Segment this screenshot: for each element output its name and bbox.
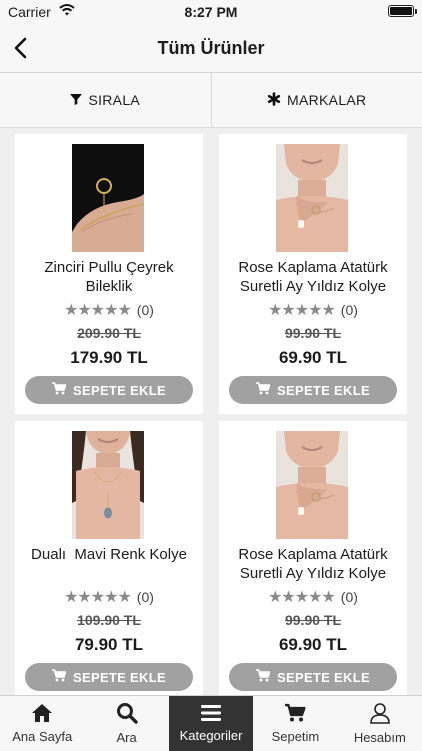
product-image-bracelet[interactable] <box>72 144 144 252</box>
rating-stars: ★★★★★ <box>268 587 335 607</box>
add-to-cart-label: SEPETE EKLE <box>277 670 370 685</box>
tab-label: Sepetim <box>272 729 320 744</box>
price: 69.90 TL <box>219 635 407 655</box>
product-name[interactable]: Rose Kaplama Atatürk Suretli Ay Yıldız K… <box>225 545 401 585</box>
old-price: 99.90 TL <box>219 612 407 628</box>
brands-button[interactable]: MARKALAR <box>211 73 422 127</box>
tab-label: Kategoriler <box>180 728 243 743</box>
home-icon <box>31 703 53 729</box>
rating-stars: ★★★★★ <box>64 300 131 320</box>
product-name[interactable]: Zinciri Pullu Çeyrek Bileklik <box>21 258 197 298</box>
product-image-ring-necklace[interactable] <box>276 144 348 252</box>
tab-account[interactable]: Hesabım <box>338 696 422 751</box>
add-to-cart-button[interactable]: SEPETE EKLE <box>229 376 397 404</box>
page-title: Tüm Ürünler <box>0 38 422 59</box>
rating-count: (0) <box>137 302 154 318</box>
rating-count: (0) <box>341 589 358 605</box>
tab-label: Ara <box>116 730 136 745</box>
tab-categories[interactable]: Kategoriler <box>169 696 253 751</box>
user-icon <box>369 702 391 730</box>
add-to-cart-button[interactable]: SEPETE EKLE <box>229 663 397 691</box>
product-image-ring-necklace[interactable] <box>276 431 348 539</box>
rating-count: (0) <box>341 302 358 318</box>
tab-cart[interactable]: Sepetim <box>253 696 337 751</box>
product-card[interactable]: Rose Kaplama Atatürk Suretli Ay Yıldız K… <box>219 134 407 414</box>
add-to-cart-button[interactable]: SEPETE EKLE <box>25 376 193 404</box>
rating-stars: ★★★★★ <box>64 587 131 607</box>
add-to-cart-label: SEPETE EKLE <box>73 670 166 685</box>
add-to-cart-label: SEPETE EKLE <box>277 383 370 398</box>
search-icon <box>116 702 138 730</box>
tab-bar: Ana Sayfa Ara Kategoriler Sepetim Hesabı… <box>0 695 422 751</box>
price: 69.90 TL <box>219 348 407 368</box>
navigation-bar: Tüm Ürünler <box>0 24 422 73</box>
tab-label: Hesabım <box>354 730 406 745</box>
add-to-cart-label: SEPETE EKLE <box>73 383 166 398</box>
product-name[interactable]: Rose Kaplama Atatürk Suretli Ay Yıldız K… <box>225 258 401 298</box>
sort-button[interactable]: SIRALA <box>0 73 211 127</box>
status-time: 8:27 PM <box>0 4 422 20</box>
tab-search[interactable]: Ara <box>84 696 168 751</box>
rating-count: (0) <box>137 589 154 605</box>
rating-row: ★★★★★ (0) <box>219 300 407 320</box>
filter-bar: SIRALA MARKALAR <box>0 73 422 128</box>
product-name[interactable]: Dualı Mavi Renk Kolye <box>21 545 197 585</box>
asterisk-icon <box>267 92 287 109</box>
tab-home[interactable]: Ana Sayfa <box>0 696 84 751</box>
cart-icon <box>52 382 73 398</box>
old-price: 99.90 TL <box>219 325 407 341</box>
cart-icon <box>52 669 73 685</box>
battery-icon <box>388 5 414 17</box>
add-to-cart-button[interactable]: SEPETE EKLE <box>25 663 193 691</box>
old-price: 209.90 TL <box>15 325 203 341</box>
cart-icon <box>284 703 306 729</box>
product-image-blue-necklace[interactable] <box>72 431 144 539</box>
rating-row: ★★★★★ (0) <box>15 300 203 320</box>
rating-row: ★★★★★ (0) <box>219 587 407 607</box>
status-bar: Carrier 8:27 PM <box>0 0 422 24</box>
product-card[interactable]: Rose Kaplama Atatürk Suretli Ay Yıldız K… <box>219 421 407 695</box>
price: 179.90 TL <box>15 348 203 368</box>
tab-label: Ana Sayfa <box>12 729 72 744</box>
rating-row: ★★★★★ (0) <box>15 587 203 607</box>
cart-icon <box>256 669 277 685</box>
product-grid: Zinciri Pullu Çeyrek Bileklik ★★★★★ (0) … <box>0 128 422 695</box>
cart-icon <box>256 382 277 398</box>
menu-icon <box>200 704 222 728</box>
filter-funnel-icon <box>70 92 88 108</box>
brands-label: MARKALAR <box>287 92 366 108</box>
product-card[interactable]: Zinciri Pullu Çeyrek Bileklik ★★★★★ (0) … <box>15 134 203 414</box>
rating-stars: ★★★★★ <box>268 300 335 320</box>
price: 79.90 TL <box>15 635 203 655</box>
old-price: 109.90 TL <box>15 612 203 628</box>
sort-label: SIRALA <box>88 92 140 108</box>
product-card[interactable]: Dualı Mavi Renk Kolye ★★★★★ (0) 109.90 T… <box>15 421 203 695</box>
